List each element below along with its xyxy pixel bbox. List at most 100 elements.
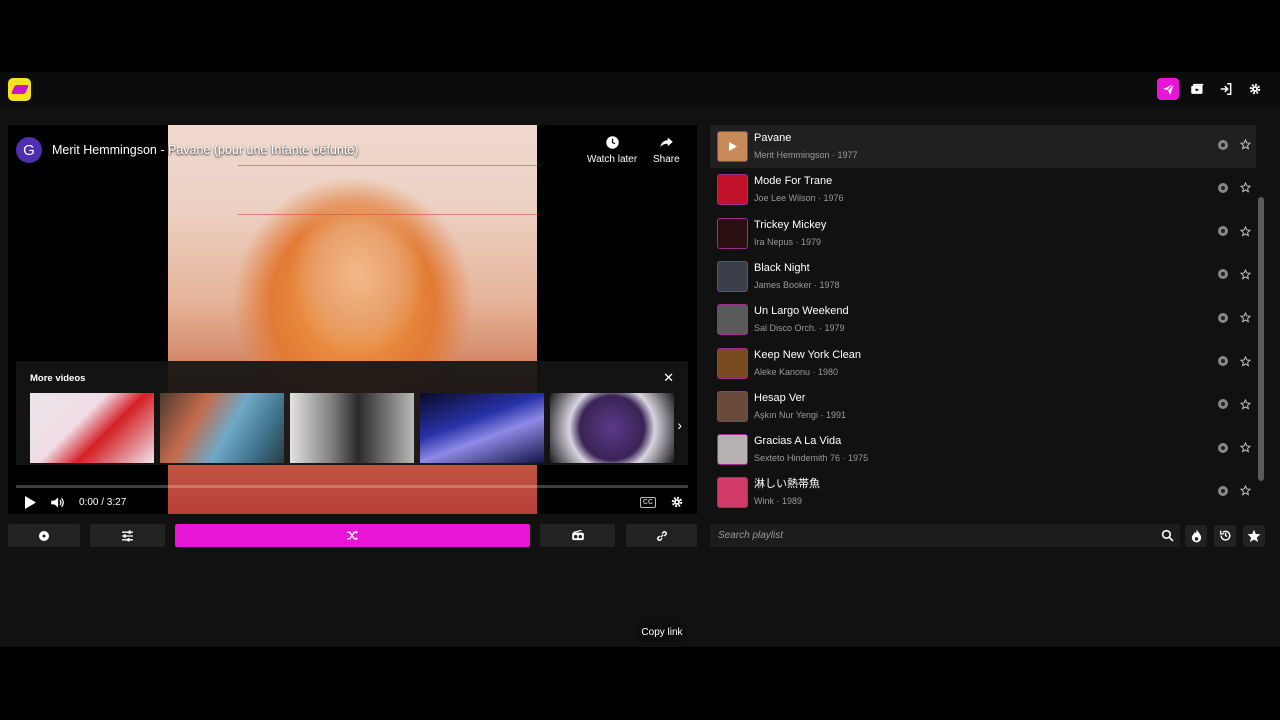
video-player[interactable]: G Merit Hemmingson - Pavane (pour une In…	[8, 125, 697, 514]
track-info: Mode For Trane Joe Lee Wilson · 1976	[754, 174, 844, 205]
track-title: Pavane	[754, 132, 792, 144]
disc-icon[interactable]	[1218, 399, 1228, 410]
track-info: Keep New York Clean Aleke Kanonu · 1980	[754, 348, 861, 379]
vinyl-button[interactable]	[8, 524, 80, 547]
star-outline-icon[interactable]	[1240, 312, 1251, 323]
track-meta: Aleke Kanonu · 1980	[754, 366, 839, 377]
row-actions	[1218, 139, 1251, 150]
track-info: Pavane Merit Hemmingson · 1977	[754, 131, 858, 162]
watch-later-button[interactable]: Watch later	[587, 135, 637, 165]
row-actions	[1218, 398, 1251, 410]
send-button[interactable]	[1157, 78, 1179, 100]
radio-icon	[571, 530, 584, 541]
close-icon[interactable]: ✕	[663, 370, 674, 386]
playlist-search-bar	[710, 524, 1265, 547]
video-mode-button[interactable]	[1186, 78, 1208, 100]
paper-plane-icon	[1162, 83, 1174, 95]
star-outline-icon[interactable]	[1240, 442, 1251, 453]
copy-link-tooltip: Copy link	[637, 623, 687, 642]
more-videos-thumbnails	[30, 393, 674, 463]
share-label: Share	[653, 154, 680, 165]
video-title[interactable]: Merit Hemmingson - Pavane (pour une Infa…	[52, 143, 358, 157]
top-bar	[0, 72, 1280, 108]
login-button[interactable]	[1215, 78, 1237, 100]
star-outline-icon[interactable]	[1240, 268, 1251, 280]
clock-icon	[605, 136, 619, 149]
star-outline-icon[interactable]	[1240, 225, 1251, 237]
album-art[interactable]	[717, 390, 748, 422]
video-thumbnail[interactable]	[290, 393, 414, 463]
playlist-row[interactable]: Black Night James Booker · 1978	[710, 255, 1256, 298]
playlist-row[interactable]: Gracias A La Vida Sexteto Hindemith 76 ·…	[710, 428, 1256, 471]
track-info: Trickey Mickey Ira Nepus · 1979	[754, 218, 826, 249]
album-art[interactable]	[717, 347, 748, 379]
album-art[interactable]	[717, 304, 748, 336]
disc-icon[interactable]	[1218, 485, 1228, 496]
album-art[interactable]	[717, 260, 748, 292]
playlist-row[interactable]: Pavane Merit Hemmingson · 1977	[710, 125, 1256, 168]
settings-button[interactable]	[1244, 78, 1266, 100]
disc-icon[interactable]	[1218, 182, 1228, 193]
track-title: Black Night	[754, 261, 810, 274]
album-art[interactable]	[717, 217, 748, 249]
chevron-right-icon[interactable]: ›	[677, 417, 682, 433]
disc-icon[interactable]	[1218, 356, 1228, 366]
track-title: Un Largo Weekend	[754, 305, 849, 318]
video-thumbnail[interactable]	[30, 393, 154, 463]
playlist-row[interactable]: 淋しい熱帯魚 Wink · 1989	[710, 471, 1256, 514]
favorites-button[interactable]	[1243, 524, 1265, 547]
share-button[interactable]: Share	[653, 135, 680, 165]
album-art[interactable]	[717, 174, 748, 206]
track-info: Gracias A La Vida Sexteto Hindemith 76 ·…	[754, 434, 868, 465]
playlist-row[interactable]: Un Largo Weekend Sal Disco Orch. · 1979	[710, 298, 1256, 341]
more-videos-panel: More videos ✕ ›	[16, 361, 688, 465]
video-thumbnail[interactable]	[420, 393, 544, 463]
trending-button[interactable]	[1185, 524, 1207, 547]
album-art[interactable]	[717, 434, 748, 466]
disc-icon	[39, 530, 49, 541]
playlist-row[interactable]: Keep New York Clean Aleke Kanonu · 1980	[710, 342, 1256, 385]
star-outline-icon[interactable]	[1240, 355, 1251, 367]
playlist-row[interactable]: Hesap Ver Aşkın Nur Yengi · 1991	[710, 385, 1256, 428]
play-icon	[728, 142, 737, 151]
track-info: Black Night James Booker · 1978	[754, 261, 840, 292]
track-meta: Joe Lee Wilson · 1976	[754, 193, 844, 204]
star-outline-icon[interactable]	[1240, 485, 1251, 496]
playlist-row[interactable]: Trickey Mickey Ira Nepus · 1979	[710, 212, 1256, 255]
row-actions	[1218, 268, 1251, 280]
shuffle-button[interactable]	[175, 524, 530, 547]
playlist-row[interactable]: Mode For Trane Joe Lee Wilson · 1976	[710, 168, 1256, 211]
video-thumbnail[interactable]	[160, 393, 284, 463]
copy-link-button[interactable]	[626, 524, 697, 547]
playlist-search-input[interactable]	[710, 524, 1180, 547]
disc-icon[interactable]	[1218, 226, 1228, 237]
music-staff-decoration	[238, 165, 538, 215]
search-button[interactable]	[1156, 525, 1178, 547]
channel-avatar[interactable]: G	[16, 137, 42, 163]
equalizer-button[interactable]	[90, 524, 165, 547]
radio-button[interactable]	[540, 524, 615, 547]
video-progress-bar[interactable]	[16, 485, 688, 488]
playlist-scrollbar[interactable]	[1258, 197, 1264, 481]
star-outline-icon[interactable]	[1240, 182, 1251, 193]
play-icon[interactable]	[24, 495, 36, 509]
disc-icon[interactable]	[1218, 269, 1228, 280]
app-logo[interactable]	[8, 78, 31, 101]
video-thumbnail[interactable]	[550, 393, 674, 463]
disc-icon[interactable]	[1218, 312, 1228, 323]
history-button[interactable]	[1214, 524, 1236, 547]
track-meta: Ira Nepus · 1979	[754, 236, 822, 247]
star-outline-icon[interactable]	[1240, 398, 1251, 410]
album-art[interactable]	[717, 131, 748, 162]
history-icon	[1219, 530, 1230, 541]
track-meta: Merit Hemmingson · 1977	[754, 150, 858, 160]
volume-icon[interactable]	[50, 496, 65, 509]
disc-icon[interactable]	[1218, 139, 1228, 150]
disc-icon[interactable]	[1218, 442, 1228, 453]
captions-button[interactable]: CC	[639, 496, 656, 508]
album-art[interactable]	[717, 477, 748, 509]
star-outline-icon[interactable]	[1240, 139, 1251, 150]
sliders-icon	[122, 530, 133, 541]
gear-icon[interactable]	[670, 495, 684, 509]
row-actions	[1218, 355, 1251, 367]
